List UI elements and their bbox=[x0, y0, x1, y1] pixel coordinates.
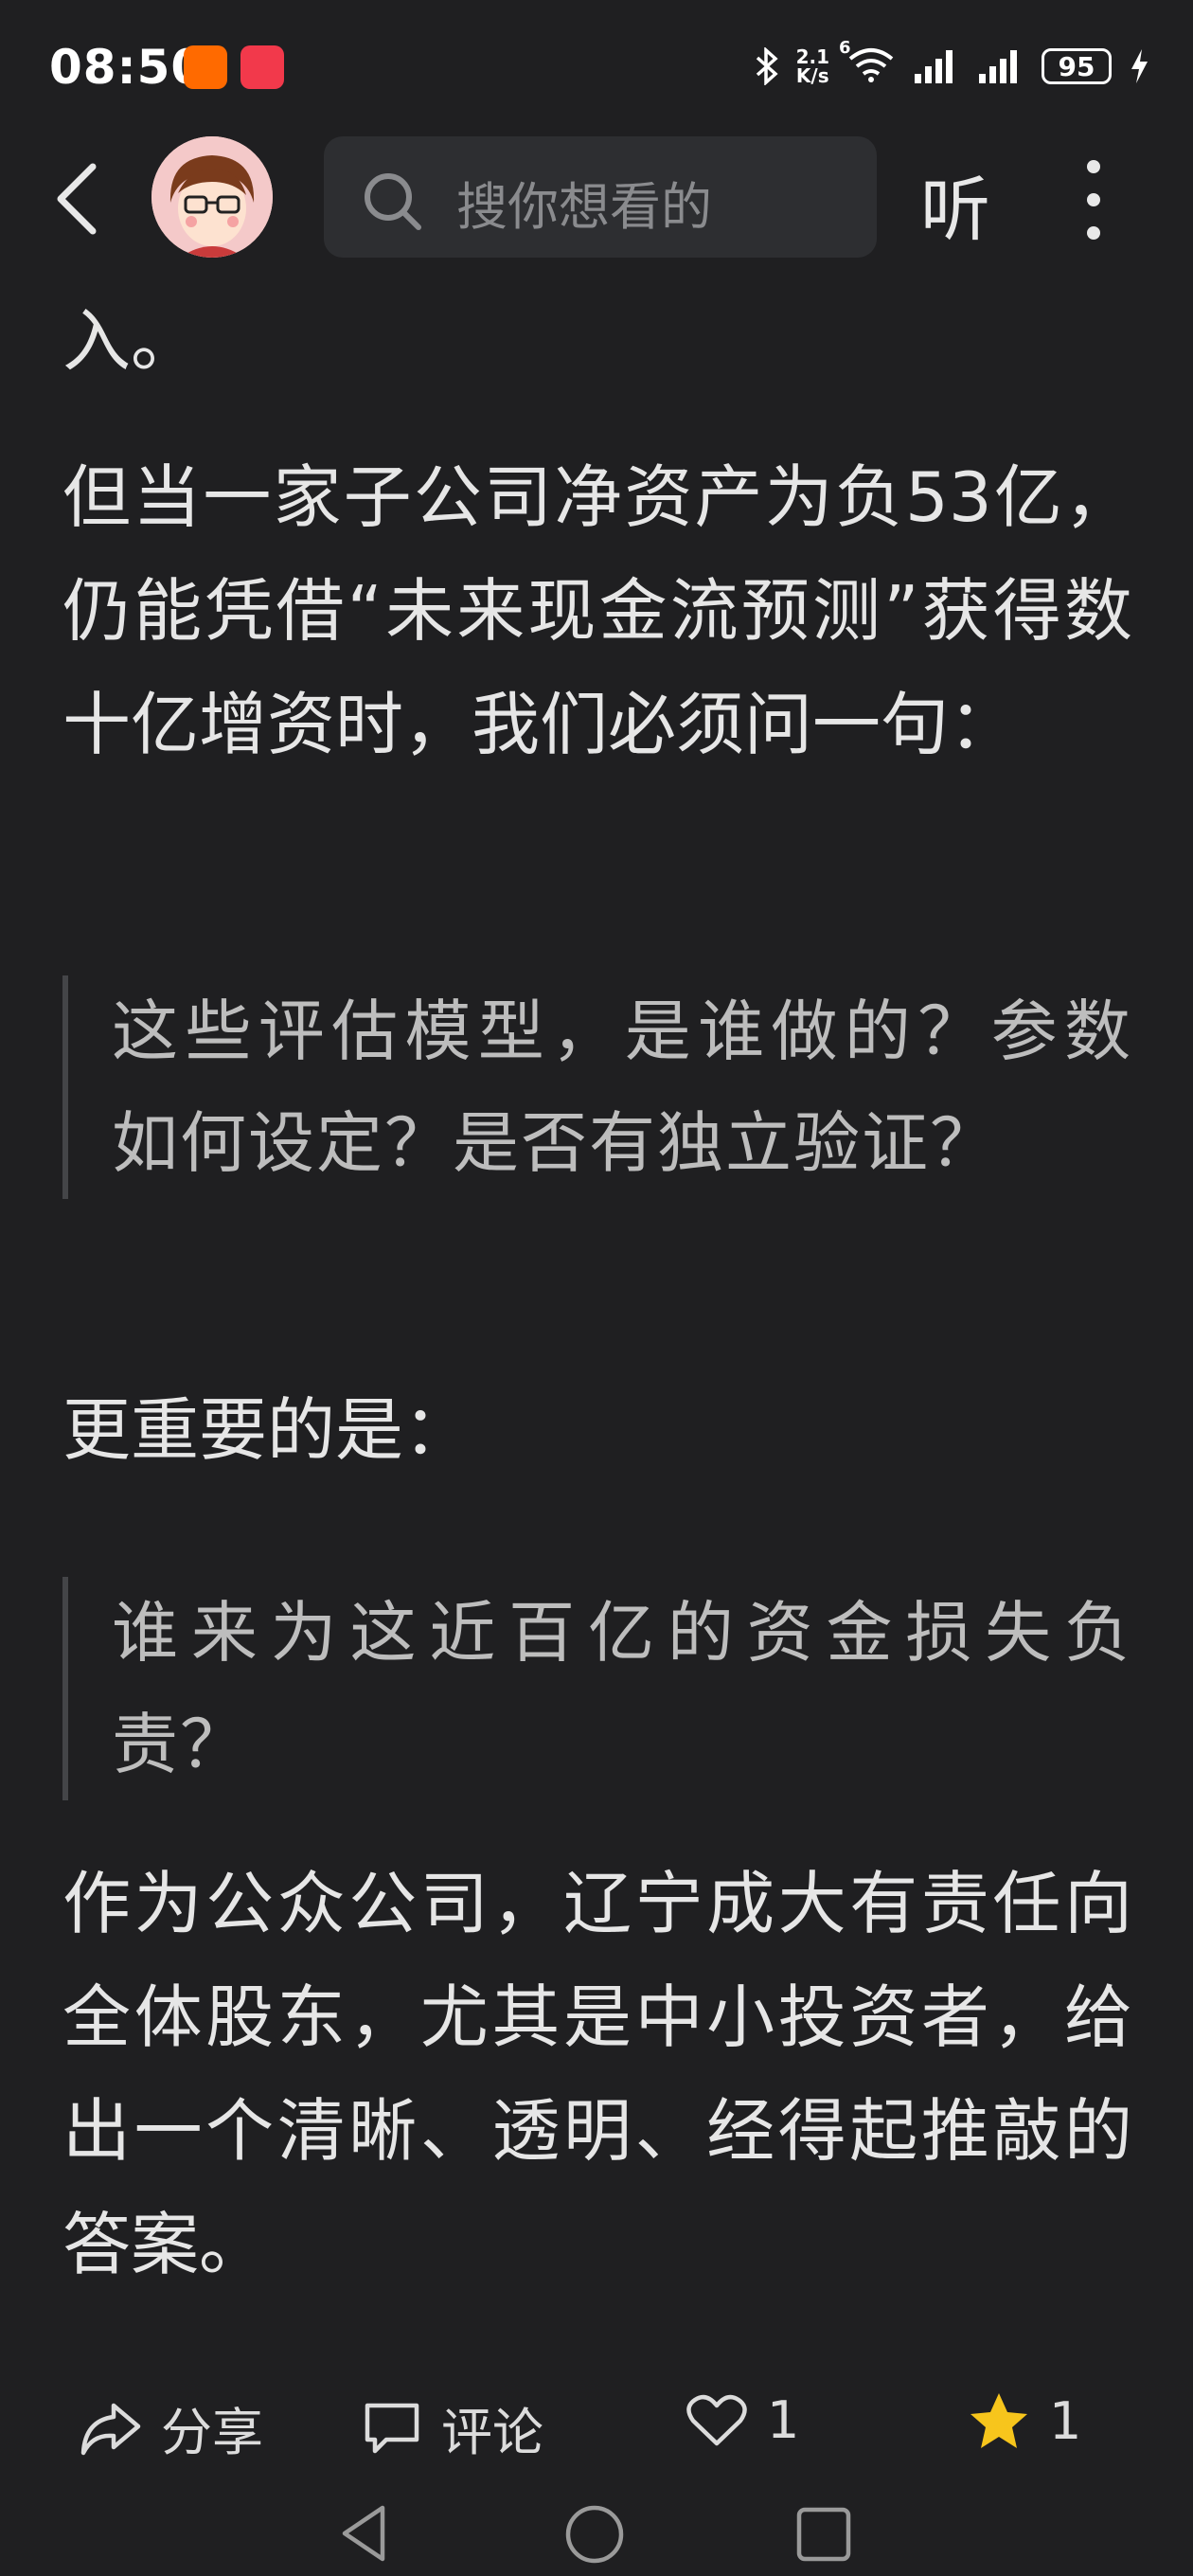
net-speed: 2.1 K/s bbox=[795, 45, 829, 87]
search-placeholder: 搜你想看的 bbox=[456, 177, 712, 237]
favorite-count: 1 bbox=[1049, 2390, 1082, 2451]
blockquote-2: 谁来为这近百亿的资金损失负责？ bbox=[62, 1577, 1132, 1800]
paragraph-1: 但当一家子公司净资产为负53亿，仍能凭借“未来现金流预测”获得数十亿增资时，我们… bbox=[62, 457, 1132, 764]
comment-label: 评论 bbox=[441, 2403, 543, 2462]
signal-icon-2 bbox=[979, 50, 1017, 83]
blockquote-1-text: 这些评估模型，是谁做的？参数如何设定？是否有独立验证？ bbox=[112, 993, 1132, 1182]
share-button[interactable]: 分享 bbox=[80, 2390, 263, 2465]
blockquote-1: 这些评估模型，是谁做的？参数如何设定？是否有独立验证？ bbox=[62, 975, 1132, 1199]
more-options-icon[interactable] bbox=[1079, 159, 1108, 241]
like-button[interactable]: 1 bbox=[686, 2390, 799, 2450]
app-gallery-icon bbox=[240, 45, 284, 89]
notification-app-icon bbox=[184, 45, 227, 89]
star-icon bbox=[970, 2393, 1027, 2448]
system-home-icon[interactable] bbox=[564, 2504, 625, 2565]
listen-button[interactable]: 听 bbox=[920, 153, 990, 255]
search-icon bbox=[365, 173, 421, 230]
comment-icon bbox=[365, 2403, 419, 2453]
status-bar: 08:50 2.1 K/s 6 95 bbox=[0, 0, 1193, 142]
share-icon bbox=[80, 2403, 141, 2455]
signal-icon-1 bbox=[915, 50, 953, 83]
system-navigation-bar bbox=[0, 2481, 1193, 2576]
paragraph-2: 更重要的是： bbox=[62, 1390, 472, 1470]
wifi-icon bbox=[848, 48, 894, 82]
search-box[interactable]: 搜你想看的 bbox=[324, 136, 877, 258]
status-time: 08:50 bbox=[49, 40, 205, 95]
comment-button[interactable]: 评论 bbox=[362, 2390, 543, 2465]
battery-indicator: 95 bbox=[1042, 48, 1112, 84]
bluetooth-icon bbox=[756, 47, 778, 85]
heart-icon bbox=[686, 2394, 747, 2445]
blockquote-2-text: 谁来为这近百亿的资金损失负责？ bbox=[112, 1594, 1132, 1783]
author-avatar[interactable] bbox=[151, 136, 273, 258]
paragraph-continued: 入。 bbox=[62, 301, 200, 381]
back-arrow-icon[interactable] bbox=[53, 161, 100, 237]
favorite-button[interactable]: 1 bbox=[968, 2390, 1081, 2451]
share-label: 分享 bbox=[161, 2403, 263, 2462]
paragraph-3: 作为公众公司，辽宁成大有责任向全体股东，尤其是中小投资者，给出一个清晰、透明、经… bbox=[62, 1864, 1132, 2284]
avatar-illustration bbox=[151, 136, 273, 258]
system-recents-icon[interactable] bbox=[795, 2506, 852, 2563]
wifi-indicator: 6 bbox=[839, 38, 896, 87]
charging-icon bbox=[1131, 49, 1148, 83]
like-count: 1 bbox=[767, 2390, 800, 2450]
top-nav-bar: 搜你想看的 听 bbox=[0, 133, 1193, 265]
system-back-icon[interactable] bbox=[339, 2504, 388, 2563]
bottom-action-bar: 分享 评论 1 1 bbox=[0, 2368, 1193, 2481]
